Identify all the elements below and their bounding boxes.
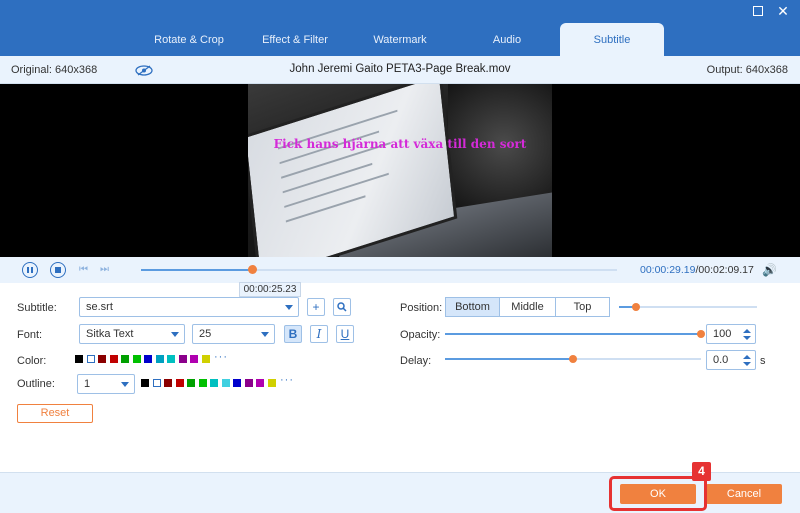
- color-swatch[interactable]: [167, 355, 175, 363]
- color-swatch[interactable]: [109, 355, 118, 363]
- output-resolution: Output: 640x368: [706, 64, 788, 76]
- delay-slider[interactable]: [445, 355, 701, 363]
- tab-subtitle[interactable]: Subtitle: [560, 23, 664, 56]
- color-label: Color:: [17, 355, 47, 367]
- color-swatch[interactable]: [86, 355, 95, 363]
- time-display: 00:00:29.19/00:02:09.17: [640, 264, 754, 276]
- pause-icon[interactable]: [22, 262, 38, 278]
- outline-label: Outline:: [17, 378, 55, 390]
- opacity-label: Opacity:: [400, 329, 441, 341]
- file-name: John Jeremi Gaito PETA3-Page Break.mov: [289, 63, 511, 75]
- position-middle-button[interactable]: Middle: [499, 297, 556, 317]
- outline-color-swatch[interactable]: [164, 379, 172, 387]
- outline-color-swatch[interactable]: [221, 379, 230, 387]
- opacity-slider[interactable]: [445, 330, 705, 338]
- close-icon[interactable]: ✕: [775, 3, 791, 19]
- delay-slider-handle[interactable]: [569, 355, 577, 363]
- opacity-value: 100: [713, 328, 732, 340]
- delay-value: 0.0: [713, 354, 729, 366]
- color-swatch[interactable]: [201, 355, 210, 363]
- time-tooltip: 00:00:25.23: [239, 282, 301, 297]
- subtitle-preview-text: Fick hans hjärna att växa till den sort: [273, 137, 527, 151]
- step-badge: 4: [692, 462, 711, 481]
- color-swatch[interactable]: [98, 355, 106, 363]
- font-family-value: Sitka Text: [86, 328, 134, 340]
- position-slider-handle[interactable]: [631, 303, 640, 311]
- more-colors-button[interactable]: ···: [214, 351, 228, 363]
- add-subtitle-button[interactable]: +: [307, 298, 325, 316]
- delay-up-icon[interactable]: [743, 355, 751, 359]
- outline-color-swatch[interactable]: [187, 379, 195, 387]
- next-frame-icon[interactable]: ⏭: [100, 264, 109, 275]
- outline-color-swatch[interactable]: [141, 379, 149, 387]
- color-swatch[interactable]: [155, 355, 164, 363]
- delay-input[interactable]: 0.0: [706, 350, 756, 370]
- total-time: /00:02:09.17: [695, 264, 754, 276]
- underline-button[interactable]: U: [336, 325, 354, 343]
- delay-slider-fill: [445, 358, 573, 360]
- volume-icon[interactable]: 🔊: [762, 263, 777, 277]
- bold-button[interactable]: B: [284, 325, 302, 343]
- color-swatch[interactable]: [132, 355, 141, 363]
- opacity-up-icon[interactable]: [743, 329, 751, 333]
- delay-label: Delay:: [400, 355, 432, 367]
- color-swatch[interactable]: [121, 355, 129, 363]
- outline-width-value: 1: [84, 378, 91, 390]
- timeline-handle[interactable]: [247, 265, 257, 274]
- playback-controls: ⏮ ⏭ 00:00:29.19/00:02:09.17 🔊: [0, 257, 800, 283]
- tab-watermark[interactable]: Watermark: [358, 23, 442, 56]
- outline-color-swatch[interactable]: [233, 379, 241, 387]
- previous-frame-icon[interactable]: ⏮: [79, 264, 88, 275]
- opacity-down-icon[interactable]: [743, 336, 751, 340]
- color-swatch[interactable]: [144, 355, 152, 363]
- outline-color-swatch[interactable]: [244, 379, 253, 387]
- outline-color-swatch[interactable]: [267, 379, 276, 387]
- tab-bar: Rotate & Crop Effect & Filter Watermark …: [0, 23, 800, 56]
- tab-rotate-crop[interactable]: Rotate & Crop: [147, 23, 231, 56]
- cancel-button[interactable]: Cancel: [706, 484, 782, 504]
- font-size-select[interactable]: 25: [192, 324, 275, 344]
- color-swatch[interactable]: [178, 355, 187, 363]
- stop-icon[interactable]: [50, 262, 66, 278]
- opacity-slider-fill: [445, 333, 701, 335]
- delay-down-icon[interactable]: [743, 362, 751, 366]
- outline-color-swatch[interactable]: [256, 379, 264, 387]
- tab-audio[interactable]: Audio: [465, 23, 549, 56]
- subtitle-label: Subtitle:: [17, 302, 57, 314]
- info-bar: Original: 640x368 John Jeremi Gaito PETA…: [0, 56, 800, 84]
- font-family-select[interactable]: Sitka Text: [79, 324, 185, 344]
- font-label: Font:: [17, 329, 43, 341]
- outline-color-swatch[interactable]: [175, 379, 184, 387]
- outline-color-swatch[interactable]: [198, 379, 207, 387]
- ok-highlight-box: [609, 476, 707, 511]
- position-label: Position:: [400, 302, 443, 314]
- opacity-input[interactable]: 100: [706, 324, 756, 344]
- outline-color-swatch[interactable]: [152, 379, 161, 387]
- title-bar: ✕: [0, 0, 800, 23]
- subtitle-file-select[interactable]: se.srt: [79, 297, 299, 317]
- more-outline-colors-button[interactable]: ···: [280, 374, 294, 386]
- timeline-progress: [141, 269, 252, 271]
- delay-unit: s: [760, 355, 766, 367]
- video-preview: [0, 84, 800, 257]
- current-time: 00:00:29.19: [640, 264, 696, 276]
- search-icon[interactable]: [333, 298, 351, 316]
- italic-button[interactable]: I: [310, 325, 328, 343]
- position-slider[interactable]: [619, 303, 757, 311]
- font-size-value: 25: [199, 328, 212, 340]
- color-swatch[interactable]: [190, 355, 198, 363]
- outline-width-select[interactable]: 1: [77, 374, 135, 394]
- opacity-slider-handle[interactable]: [697, 330, 705, 338]
- tab-effect-filter[interactable]: Effect & Filter: [253, 23, 337, 56]
- outline-color-swatch[interactable]: [210, 379, 218, 387]
- video-frame: [248, 84, 552, 257]
- maximize-icon[interactable]: [750, 3, 766, 19]
- timeline-track[interactable]: [141, 265, 617, 274]
- position-top-button[interactable]: Top: [555, 297, 610, 317]
- color-swatch[interactable]: [75, 355, 83, 363]
- reset-button[interactable]: Reset: [17, 404, 93, 423]
- position-bottom-button[interactable]: Bottom: [445, 297, 500, 317]
- subtitle-file-value: se.srt: [86, 301, 113, 313]
